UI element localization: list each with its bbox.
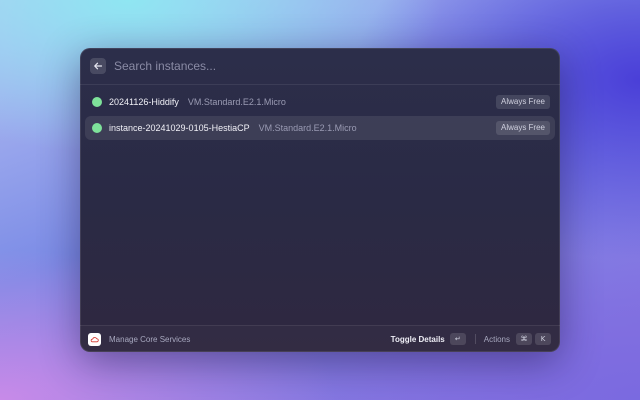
instance-shape: VM.Standard.E2.1.Micro bbox=[187, 97, 286, 107]
command-title: Manage Core Services bbox=[109, 334, 191, 344]
footer-actions: Toggle Details ↵ Actions ⌘ K bbox=[391, 326, 551, 352]
arrow-left-icon bbox=[94, 62, 103, 70]
command-key-hint: ⌘ bbox=[516, 333, 532, 345]
cloud-icon bbox=[88, 332, 101, 346]
status-dot bbox=[92, 97, 102, 107]
action-bar: Manage Core Services Toggle Details ↵ Ac… bbox=[80, 325, 560, 352]
instance-name: instance-20241029-0105-HestiaCP bbox=[109, 123, 250, 133]
instance-name: 20241126-Hiddify bbox=[109, 97, 179, 107]
list-item[interactable]: instance-20241029-0105-HestiaCP VM.Stand… bbox=[85, 116, 555, 140]
tier-badge: Always Free bbox=[495, 121, 550, 135]
k-key-hint: K bbox=[535, 333, 551, 345]
tier-badge: Always Free bbox=[495, 95, 550, 109]
back-button[interactable] bbox=[90, 58, 106, 74]
search-input[interactable] bbox=[114, 59, 534, 73]
launcher-window: 20241126-Hiddify VM.Standard.E2.1.Micro … bbox=[80, 48, 560, 352]
toggle-details-button[interactable]: Toggle Details bbox=[391, 335, 445, 344]
divider bbox=[474, 334, 476, 344]
list-item[interactable]: 20241126-Hiddify VM.Standard.E2.1.Micro … bbox=[85, 90, 555, 114]
search-bar bbox=[80, 48, 560, 85]
status-dot bbox=[92, 123, 102, 133]
instance-list: 20241126-Hiddify VM.Standard.E2.1.Micro … bbox=[85, 90, 555, 142]
enter-key-hint: ↵ bbox=[449, 333, 466, 345]
instance-shape: VM.Standard.E2.1.Micro bbox=[258, 123, 357, 133]
actions-button[interactable]: Actions bbox=[484, 335, 510, 344]
